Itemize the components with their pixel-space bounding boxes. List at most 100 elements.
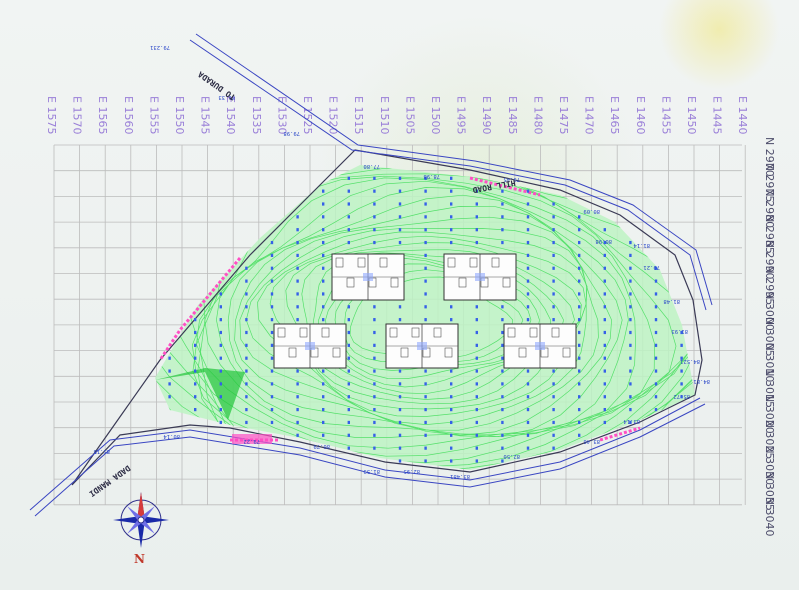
easting-label: E 1480 <box>531 96 544 134</box>
survey-dot <box>578 228 581 232</box>
survey-dot <box>526 266 530 270</box>
survey-dot <box>194 356 197 360</box>
survey-dot <box>501 433 504 437</box>
survey-dot <box>552 446 555 450</box>
survey-dot <box>322 292 325 296</box>
survey-dot <box>373 240 376 245</box>
survey-dot <box>398 446 402 450</box>
survey-dot <box>398 305 402 309</box>
survey-dot <box>501 202 504 206</box>
survey-dot <box>322 408 325 412</box>
spot-level: 83.46 <box>583 438 600 444</box>
easting-label: E 1550 <box>173 96 186 134</box>
survey-dot <box>603 369 606 373</box>
survey-dot <box>578 408 581 412</box>
survey-dot <box>552 420 555 425</box>
easting-label: E 1530 <box>275 96 288 134</box>
compass-rose <box>113 492 169 548</box>
survey-dot <box>578 292 581 296</box>
survey-dot <box>373 420 376 425</box>
survey-dot <box>322 369 325 373</box>
survey-dot <box>270 408 274 412</box>
survey-dot <box>450 318 453 322</box>
survey-dot <box>219 343 222 347</box>
survey-dot <box>219 369 222 373</box>
survey-dot <box>552 395 555 399</box>
survey-dot <box>322 202 325 206</box>
survey-dot <box>603 420 606 425</box>
survey-dot <box>373 318 376 322</box>
survey-dot <box>296 382 299 386</box>
easting-label: E 1490 <box>480 96 493 134</box>
survey-dot <box>552 318 555 322</box>
survey-dot <box>424 433 427 437</box>
survey-dot <box>424 382 427 386</box>
survey-dot <box>398 228 402 232</box>
survey-dot <box>603 382 606 386</box>
survey-dot <box>526 369 530 373</box>
survey-dot <box>501 343 504 347</box>
survey-dot <box>552 382 555 386</box>
survey-dot <box>219 420 222 425</box>
survey-dot <box>373 202 376 206</box>
survey-dot <box>603 343 606 347</box>
survey-dot <box>398 189 402 193</box>
survey-dot <box>603 228 606 232</box>
easting-label: E 1555 <box>147 96 160 134</box>
easting-label: E 1495 <box>455 96 468 134</box>
survey-dot <box>424 395 427 399</box>
survey-dot <box>296 215 299 219</box>
survey-dot <box>450 369 453 373</box>
survey-dot <box>245 330 248 335</box>
survey-dot <box>347 356 350 360</box>
survey-dot <box>501 240 504 245</box>
survey-dot <box>629 343 632 347</box>
survey-dot <box>347 176 350 180</box>
survey-dot <box>552 240 555 245</box>
survey-dot <box>603 266 606 270</box>
survey-dot <box>526 292 530 296</box>
survey-dot <box>603 408 606 412</box>
survey-dot <box>501 305 504 309</box>
survey-dot <box>629 382 632 386</box>
survey-dot <box>322 279 325 283</box>
survey-dot <box>654 318 658 322</box>
survey-dot <box>603 253 606 257</box>
survey-dot <box>526 395 530 399</box>
survey-dot <box>398 215 402 219</box>
survey-dot <box>219 318 222 322</box>
survey-dot <box>245 266 248 270</box>
survey-dot <box>373 330 376 335</box>
survey-dot <box>245 356 248 360</box>
survey-dot <box>424 446 427 450</box>
survey-dot <box>270 305 274 309</box>
survey-dot <box>552 292 555 296</box>
easting-label: E 1460 <box>634 96 647 134</box>
survey-dot <box>475 369 478 373</box>
survey-dot <box>501 395 504 399</box>
survey-dot <box>245 420 248 425</box>
spot-level: 80.79 <box>313 443 330 449</box>
easting-label: E 1535 <box>250 96 263 134</box>
survey-dot <box>603 356 606 360</box>
survey-dot <box>270 253 274 257</box>
spot-level: 79.22 <box>243 438 260 444</box>
easting-label: E 1515 <box>352 96 365 134</box>
survey-dot <box>168 369 171 373</box>
easting-label: E 1440 <box>736 96 749 134</box>
survey-dot <box>194 330 197 335</box>
survey-dot <box>322 420 325 425</box>
survey-dot <box>398 382 402 386</box>
survey-dot <box>322 253 325 257</box>
survey-dot <box>168 356 171 360</box>
survey-dot <box>450 420 453 425</box>
spot-level: 85.72 <box>673 393 690 399</box>
survey-dot <box>654 343 658 347</box>
survey-dot <box>322 318 325 322</box>
spot-level: 81.93 <box>671 328 688 334</box>
survey-dot <box>578 279 581 283</box>
survey-dot <box>654 330 658 335</box>
survey-dot <box>296 433 299 437</box>
survey-dot <box>501 318 504 322</box>
easting-label: E 1470 <box>583 96 596 134</box>
